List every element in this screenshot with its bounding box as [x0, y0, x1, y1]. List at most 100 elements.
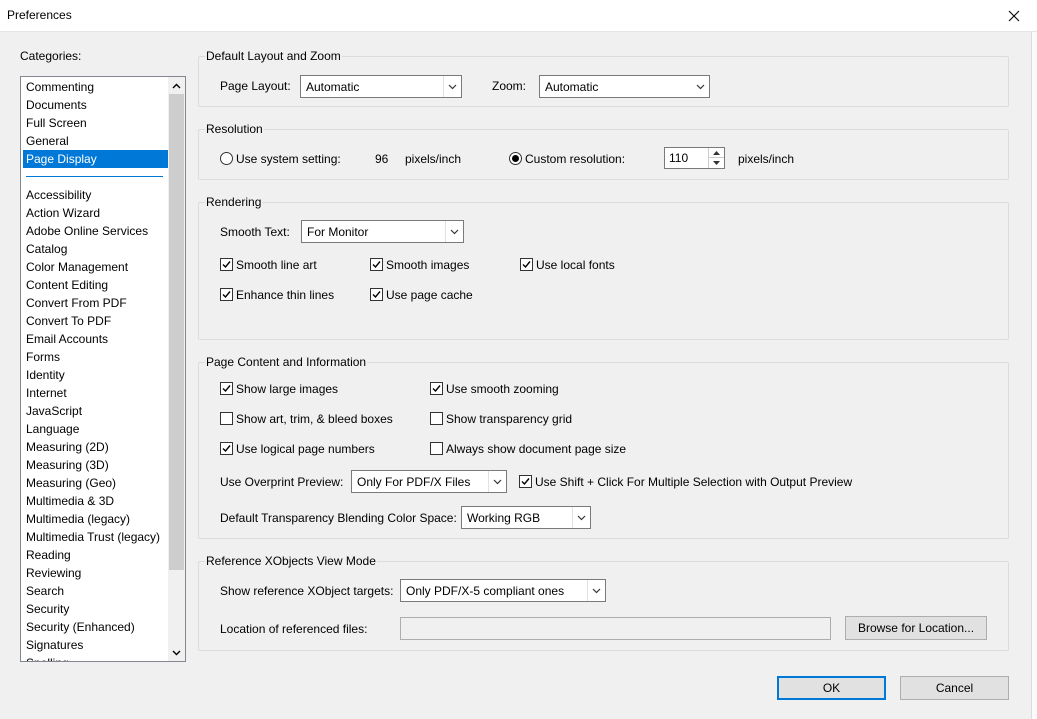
- spinner-up-button[interactable]: [708, 148, 724, 158]
- category-item-content-editing[interactable]: Content Editing: [23, 276, 168, 294]
- chevron-down-icon: [713, 161, 720, 165]
- chevron-down-icon: [450, 229, 459, 234]
- xobjects-title: Reference XObjects View Mode: [205, 554, 377, 568]
- ok-button[interactable]: OK: [777, 676, 886, 700]
- category-item-reading[interactable]: Reading: [23, 546, 168, 564]
- spinner-down-button[interactable]: [708, 158, 724, 168]
- category-item-color-management[interactable]: Color Management: [23, 258, 168, 276]
- category-item-action-wizard[interactable]: Action Wizard: [23, 204, 168, 222]
- custom-resolution-label: Custom resolution:: [525, 152, 626, 166]
- checkmark-icon: [372, 291, 381, 299]
- category-item-adobe-online-services[interactable]: Adobe Online Services: [23, 222, 168, 240]
- enhance-thin-lines-checkbox[interactable]: [220, 288, 233, 301]
- category-item-convert-from-pdf[interactable]: Convert From PDF: [23, 294, 168, 312]
- category-item-security-enhanced[interactable]: Security (Enhanced): [23, 618, 168, 636]
- page-layout-label: Page Layout:: [220, 79, 291, 93]
- category-item-accessibility[interactable]: Accessibility: [23, 186, 168, 204]
- category-item-measuring-2d[interactable]: Measuring (2D): [23, 438, 168, 456]
- overprint-preview-label: Use Overprint Preview:: [220, 475, 344, 489]
- use-local-fonts-checkbox[interactable]: [520, 258, 533, 271]
- custom-resolution-spinner[interactable]: 110: [664, 147, 725, 169]
- blending-dropdown-button[interactable]: [572, 507, 590, 528]
- system-resolution-unit: pixels/inch: [405, 152, 462, 166]
- checkmark-icon: [222, 445, 231, 453]
- show-large-images-label: Show large images: [236, 382, 339, 396]
- resolution-title: Resolution: [205, 122, 264, 136]
- category-scrollbar[interactable]: [168, 77, 185, 661]
- category-item-convert-to-pdf[interactable]: Convert To PDF: [23, 312, 168, 330]
- cancel-button[interactable]: Cancel: [900, 676, 1009, 700]
- zoom-value: Automatic: [545, 80, 599, 94]
- category-item-language[interactable]: Language: [23, 420, 168, 438]
- use-logical-page-numbers-checkbox[interactable]: [220, 442, 233, 455]
- shift-click-selection-checkbox[interactable]: [519, 475, 532, 488]
- category-item-commenting[interactable]: Commenting: [23, 78, 168, 96]
- page-layout-value: Automatic: [306, 80, 360, 94]
- use-smooth-zooming-checkbox[interactable]: [430, 382, 443, 395]
- rendering-title: Rendering: [205, 195, 263, 209]
- checkmark-icon: [432, 385, 441, 393]
- page-layout-select[interactable]: Automatic: [300, 75, 462, 98]
- zoom-dropdown-button[interactable]: [691, 76, 709, 97]
- custom-resolution-radio[interactable]: [509, 152, 522, 165]
- category-item-search[interactable]: Search: [23, 582, 168, 600]
- use-page-cache-checkbox[interactable]: [370, 288, 383, 301]
- scroll-down-button[interactable]: [168, 644, 185, 661]
- custom-resolution-unit: pixels/inch: [738, 152, 795, 166]
- layout-zoom-title: Default Layout and Zoom: [205, 49, 342, 63]
- page-layout-dropdown-button[interactable]: [443, 76, 461, 97]
- category-item-signatures[interactable]: Signatures: [23, 636, 168, 654]
- overprint-preview-select[interactable]: Only For PDF/X Files: [351, 470, 507, 493]
- category-item-catalog[interactable]: Catalog: [23, 240, 168, 258]
- category-item-measuring-3d[interactable]: Measuring (3D): [23, 456, 168, 474]
- show-art-trim-bleed-checkbox[interactable]: [220, 412, 233, 425]
- system-setting-radio[interactable]: [220, 152, 233, 165]
- always-show-page-size-checkbox[interactable]: [430, 442, 443, 455]
- category-item-general[interactable]: General: [23, 132, 168, 150]
- categories-list[interactable]: Commenting Documents Full Screen General…: [20, 76, 186, 662]
- xobject-targets-dropdown-button[interactable]: [587, 580, 605, 601]
- category-item-email-accounts[interactable]: Email Accounts: [23, 330, 168, 348]
- category-item-javascript[interactable]: JavaScript: [23, 402, 168, 420]
- overprint-dropdown-button[interactable]: [488, 471, 506, 492]
- category-item-measuring-geo[interactable]: Measuring (Geo): [23, 474, 168, 492]
- referenced-files-location-field[interactable]: [400, 617, 831, 640]
- referenced-files-location-label: Location of referenced files:: [220, 622, 368, 636]
- category-item-internet[interactable]: Internet: [23, 384, 168, 402]
- radio-selected-dot: [512, 155, 519, 162]
- show-transparency-grid-label: Show transparency grid: [446, 412, 573, 426]
- xobject-targets-value: Only PDF/X-5 compliant ones: [406, 584, 565, 598]
- chevron-up-icon: [172, 83, 181, 88]
- smooth-line-art-checkbox[interactable]: [220, 258, 233, 271]
- smooth-text-select[interactable]: For Monitor: [301, 220, 464, 243]
- always-show-page-size-label: Always show document page size: [446, 442, 627, 456]
- category-item-identity[interactable]: Identity: [23, 366, 168, 384]
- zoom-select[interactable]: Automatic: [539, 75, 710, 98]
- show-transparency-grid-checkbox[interactable]: [430, 412, 443, 425]
- category-item-multimedia-3d[interactable]: Multimedia & 3D: [23, 492, 168, 510]
- category-item-spelling[interactable]: Spelling: [23, 654, 168, 661]
- show-large-images-checkbox[interactable]: [220, 382, 233, 395]
- xobject-targets-select[interactable]: Only PDF/X-5 compliant ones: [400, 579, 606, 602]
- category-item-documents[interactable]: Documents: [23, 96, 168, 114]
- scroll-thumb[interactable]: [169, 94, 184, 570]
- browse-location-button[interactable]: Browse for Location...: [845, 616, 987, 640]
- use-page-cache-label: Use page cache: [386, 288, 473, 302]
- smooth-images-checkbox[interactable]: [370, 258, 383, 271]
- checkmark-icon: [222, 261, 231, 269]
- category-item-reviewing[interactable]: Reviewing: [23, 564, 168, 582]
- chevron-down-icon: [577, 515, 586, 520]
- smooth-text-dropdown-button[interactable]: [445, 221, 463, 242]
- category-item-security[interactable]: Security: [23, 600, 168, 618]
- category-item-full-screen[interactable]: Full Screen: [23, 114, 168, 132]
- close-button[interactable]: [991, 0, 1037, 32]
- scroll-up-button[interactable]: [168, 77, 185, 94]
- blending-color-space-select[interactable]: Working RGB: [461, 506, 591, 529]
- category-item-multimedia-trust-legacy[interactable]: Multimedia Trust (legacy): [23, 528, 168, 546]
- custom-resolution-value[interactable]: 110: [669, 151, 688, 165]
- chevron-up-icon: [713, 150, 720, 155]
- category-item-forms[interactable]: Forms: [23, 348, 168, 366]
- chevron-down-icon: [448, 84, 457, 89]
- category-item-multimedia-legacy[interactable]: Multimedia (legacy): [23, 510, 168, 528]
- category-item-page-display[interactable]: Page Display: [23, 150, 168, 168]
